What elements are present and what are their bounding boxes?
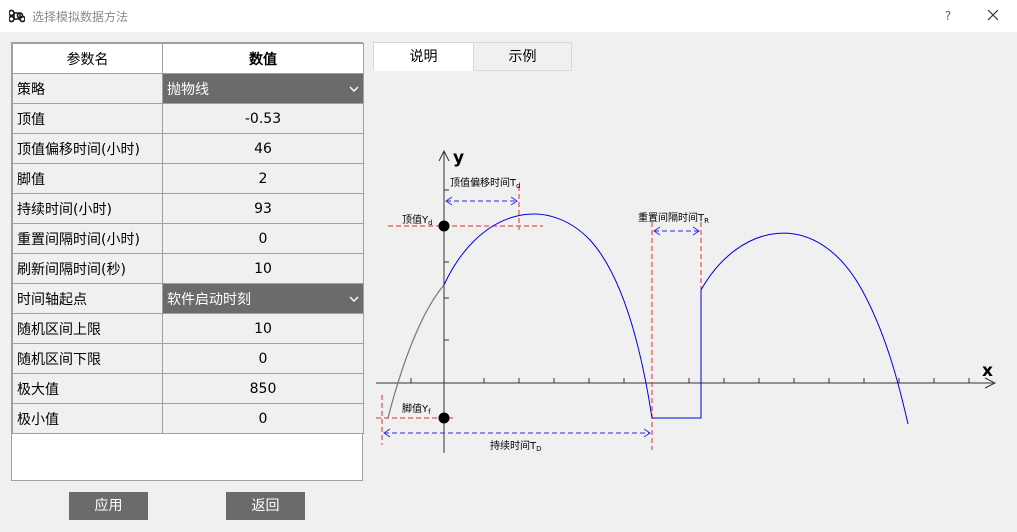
table-row: 时间轴起点 软件启动时刻 (12, 283, 364, 314)
param-name: 顶值偏移时间(小时) (12, 133, 163, 164)
chevron-down-icon (349, 296, 359, 302)
table-row: 刷新间隔时间(秒) 10 (12, 253, 364, 284)
column-header-name: 参数名 (12, 43, 163, 74)
tab-description[interactable]: 说明 (373, 42, 474, 71)
table-row: 极小值 0 (12, 403, 364, 434)
help-button[interactable]: ? (935, 4, 961, 28)
tab-example[interactable]: 示例 (474, 42, 572, 71)
param-name: 持续时间(小时) (12, 193, 163, 224)
strategy-select-value: 抛物线 (167, 81, 209, 98)
param-name: 极小值 (12, 403, 163, 434)
param-value-cell[interactable]: 10 (162, 253, 364, 284)
x-axis-label: x (982, 361, 993, 381)
table-header-row: 参数名 数值 (12, 43, 364, 74)
tab-bar: 说明 示例 (373, 42, 572, 72)
table-row: 持续时间(小时) 93 (12, 193, 364, 224)
window-title: 选择模拟数据方法 (32, 10, 129, 24)
param-name: 顶值 (12, 103, 163, 134)
table-row: 策略 抛物线 (12, 73, 364, 104)
parabola-diagram: y x 顶值偏移时间Td 顶值Yd 重置间隔时间TR 脚值Yf 持续时间TD (376, 148, 997, 453)
param-value-cell[interactable]: 0 (162, 403, 364, 434)
foot-value-label: 脚值Yf (402, 402, 431, 416)
time-origin-select[interactable]: 软件启动时刻 (162, 283, 364, 314)
parabola-curve-first (443, 213, 653, 419)
param-name: 时间轴起点 (12, 283, 163, 314)
foot-segment (652, 290, 702, 419)
parameter-panel: 参数名 数值 策略 抛物线 顶值 -0.53 顶值偏移时间(小时) 46 脚值 … (11, 42, 364, 481)
param-name: 随机区间下限 (12, 343, 163, 374)
table-row: 随机区间上限 10 (12, 313, 364, 344)
close-button[interactable] (980, 4, 1006, 28)
chevron-down-icon (349, 86, 359, 92)
table-row: 重置间隔时间(小时) 0 (12, 223, 364, 254)
peak-point (438, 220, 450, 232)
param-name: 重置间隔时间(小时) (12, 223, 163, 254)
param-value-cell[interactable]: 46 (162, 133, 364, 164)
param-value-cell[interactable]: 2 (162, 163, 364, 194)
strategy-select[interactable]: 抛物线 (162, 73, 364, 104)
table-row: 极大值 850 (12, 373, 364, 404)
title-bar: 选择模拟数据方法 ? (0, 0, 1017, 32)
back-button[interactable]: 返回 (226, 492, 305, 520)
param-name: 随机区间上限 (12, 313, 163, 344)
param-value-cell[interactable]: 850 (162, 373, 364, 404)
param-name: 极大值 (12, 373, 163, 404)
peak-value-label: 顶值Yd (402, 213, 433, 227)
table-row: 顶值偏移时间(小时) 46 (12, 133, 364, 164)
param-value-cell[interactable]: -0.53 (162, 103, 364, 134)
table-row: 顶值 -0.53 (12, 103, 364, 134)
param-name: 刷新间隔时间(秒) (12, 253, 163, 284)
param-value-cell[interactable]: 93 (162, 193, 364, 224)
extrapolated-curve (387, 284, 445, 419)
table-row: 随机区间下限 0 (12, 343, 364, 374)
reset-interval-label: 重置间隔时间TR (638, 211, 709, 225)
duration-label: 持续时间TD (490, 439, 542, 453)
param-value-cell[interactable]: 10 (162, 313, 364, 344)
param-value-cell[interactable]: 0 (162, 223, 364, 254)
column-header-value: 数值 (162, 43, 364, 74)
apply-button[interactable]: 应用 (69, 492, 148, 520)
parabola-curve-second (700, 232, 909, 425)
param-name: 脚值 (12, 163, 163, 194)
foot-point (438, 412, 450, 424)
y-axis-label: y (453, 148, 464, 168)
parameter-table: 参数名 数值 策略 抛物线 顶值 -0.53 顶值偏移时间(小时) 46 脚值 … (12, 43, 364, 434)
x-axis-ticks (410, 378, 970, 383)
time-origin-select-value: 软件启动时刻 (167, 291, 251, 308)
param-name: 策略 (12, 73, 163, 104)
command-icon (9, 9, 25, 23)
param-value-cell[interactable]: 0 (162, 343, 364, 374)
peak-offset-label: 顶值偏移时间Td (450, 176, 521, 190)
close-icon (987, 9, 999, 21)
table-row: 脚值 2 (12, 163, 364, 194)
